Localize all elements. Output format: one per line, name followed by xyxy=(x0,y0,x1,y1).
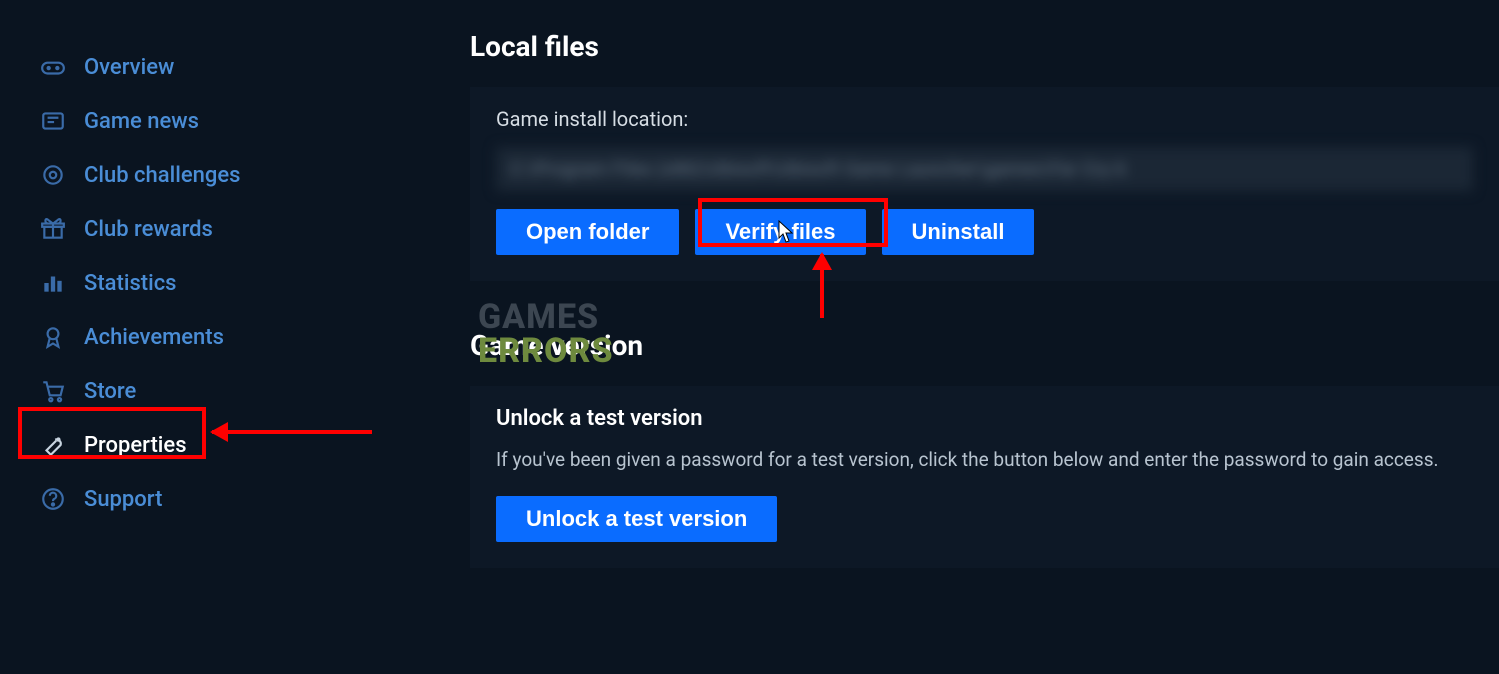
sidebar-item-overview[interactable]: Overview xyxy=(30,40,184,94)
game-version-heading: Game version xyxy=(470,329,1499,362)
sidebar-item-label: Statistics xyxy=(84,271,177,296)
sidebar-item-club-challenges[interactable]: Club challenges xyxy=(30,148,250,202)
cart-icon xyxy=(40,378,66,404)
local-files-buttons: Open folder Verify files Uninstall xyxy=(496,209,1473,255)
unlock-title: Unlock a test version xyxy=(496,406,1473,431)
bar-chart-icon xyxy=(40,270,66,296)
open-folder-button[interactable]: Open folder xyxy=(496,209,679,255)
sidebar-item-label: Store xyxy=(84,379,136,404)
verify-files-button[interactable]: Verify files xyxy=(695,209,865,255)
sidebar-item-label: Game news xyxy=(84,109,199,134)
gamepad-icon xyxy=(40,54,66,80)
sidebar-item-label: Achievements xyxy=(84,325,224,350)
gift-icon xyxy=(40,216,66,242)
sidebar: Overview Game news Club challenges Club … xyxy=(0,0,440,674)
sidebar-item-label: Club rewards xyxy=(84,217,213,242)
install-path-field[interactable]: C:\Program Files (x86)\Ubisoft\Ubisoft G… xyxy=(496,147,1473,191)
game-version-panel: Unlock a test version If you've been giv… xyxy=(470,386,1499,568)
sidebar-item-support[interactable]: Support xyxy=(30,472,172,526)
sidebar-item-statistics[interactable]: Statistics xyxy=(30,256,187,310)
unlock-test-version-button[interactable]: Unlock a test version xyxy=(496,496,777,542)
sidebar-item-achievements[interactable]: Achievements xyxy=(30,310,234,364)
sidebar-item-label: Properties xyxy=(84,433,187,458)
sidebar-item-label: Support xyxy=(84,487,162,512)
main-content: Local files Game install location: C:\Pr… xyxy=(440,0,1499,674)
sidebar-item-game-news[interactable]: Game news xyxy=(30,94,209,148)
target-icon xyxy=(40,162,66,188)
install-location-label: Game install location: xyxy=(496,107,1473,131)
sidebar-item-label: Club challenges xyxy=(84,163,240,188)
sidebar-item-label: Overview xyxy=(84,55,174,80)
sidebar-item-store[interactable]: Store xyxy=(30,364,146,418)
wrench-icon xyxy=(40,432,66,458)
unlock-description: If you've been given a password for a te… xyxy=(496,445,1473,474)
uninstall-button[interactable]: Uninstall xyxy=(882,209,1035,255)
help-icon xyxy=(40,486,66,512)
medal-icon xyxy=(40,324,66,350)
local-files-heading: Local files xyxy=(470,30,1499,63)
sidebar-item-properties[interactable]: Properties xyxy=(30,418,197,472)
local-files-panel: Game install location: C:\Program Files … xyxy=(470,87,1499,281)
news-icon xyxy=(40,108,66,134)
sidebar-item-club-rewards[interactable]: Club rewards xyxy=(30,202,223,256)
